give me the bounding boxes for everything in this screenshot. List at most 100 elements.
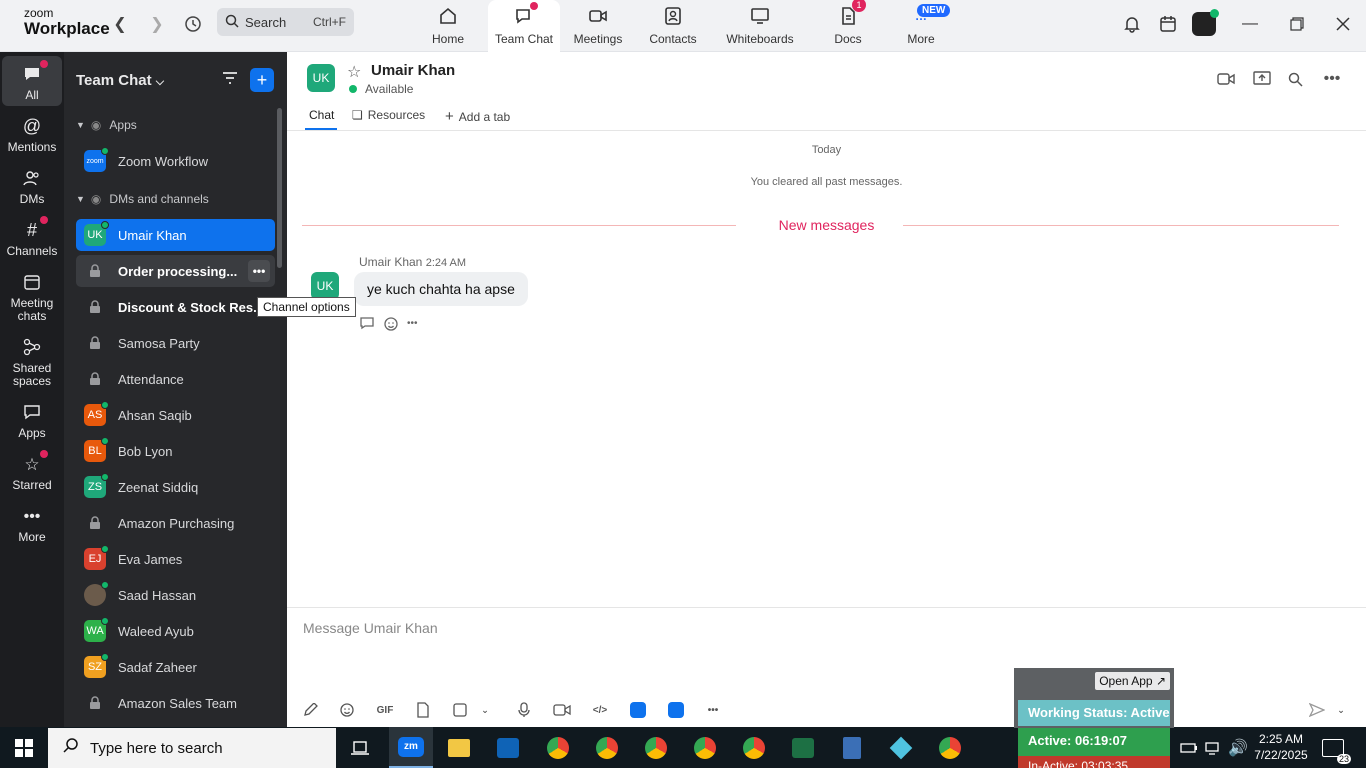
nav-shared-spaces[interactable]: Shared spaces	[2, 335, 62, 388]
more-options-icon[interactable]: •••	[1321, 68, 1343, 90]
list-item-order-processing[interactable]: Order processing... •••	[76, 255, 275, 287]
add-reaction-icon[interactable]	[383, 316, 399, 337]
chat-title[interactable]: Umair Khan	[371, 62, 455, 79]
nav-all[interactable]: All	[2, 56, 62, 106]
calendar-icon[interactable]	[1156, 12, 1180, 36]
microphone-icon[interactable]	[514, 700, 534, 720]
tab-meetings[interactable]: Meetings	[562, 0, 634, 52]
add-tab-button[interactable]: + Add a tab	[445, 108, 510, 125]
history-icon[interactable]	[181, 12, 205, 36]
list-item-sadaf-zaheer[interactable]: SZ Sadaf Zaheer	[76, 651, 275, 683]
list-item-bob-lyon[interactable]: BL Bob Lyon	[76, 435, 275, 467]
channel-options-button[interactable]: •••	[248, 260, 270, 282]
video-call-icon[interactable]	[1215, 68, 1237, 90]
nav-starred[interactable]: ☆ Starred	[2, 450, 62, 492]
nav-dms[interactable]: DMs	[2, 166, 62, 206]
list-item-saad-hassan[interactable]: Saad Hassan	[76, 579, 275, 611]
tab-home[interactable]: Home	[412, 0, 484, 52]
message-input[interactable]	[303, 616, 1003, 640]
excel-icon[interactable]	[781, 727, 825, 768]
video-camera-icon	[586, 4, 610, 28]
avatar[interactable]: UK	[307, 64, 335, 92]
app-diamond-icon[interactable]	[879, 727, 923, 768]
section-apps[interactable]: ▼ ◉ Apps	[76, 118, 137, 132]
message-bubble[interactable]: ye kuch chahta ha apse	[354, 272, 528, 306]
chrome-icon[interactable]	[536, 727, 580, 768]
send-icon[interactable]	[1307, 700, 1327, 720]
file-explorer-icon[interactable]	[437, 727, 481, 768]
chevron-down-icon[interactable]: ⌄	[475, 700, 495, 720]
nav-meeting-chats[interactable]: Meeting chats	[2, 270, 62, 323]
list-item-eva-james[interactable]: EJ Eva James	[76, 543, 275, 575]
share-screen-icon[interactable]	[1251, 68, 1273, 90]
taskbar-search-input[interactable]: Type here to search	[48, 728, 336, 768]
list-item-amazon-sales-team[interactable]: Amazon Sales Team	[76, 687, 275, 719]
zoom-taskbar-icon[interactable]: zm	[389, 727, 433, 768]
tab-resources[interactable]: ❏ Resources	[352, 108, 425, 122]
task-view-icon[interactable]	[338, 727, 382, 768]
gif-button[interactable]: GIF	[374, 700, 396, 720]
avatar[interactable]: UK	[311, 272, 339, 300]
scrollbar[interactable]	[277, 108, 282, 268]
battery-icon[interactable]	[1180, 727, 1198, 768]
tab-team-chat[interactable]: Team Chat	[488, 0, 560, 52]
chrome-icon[interactable]	[683, 727, 727, 768]
search-input[interactable]: Search Ctrl+F	[217, 8, 354, 36]
tab-docs[interactable]: 1 Docs	[812, 0, 884, 52]
screenshot-icon[interactable]	[450, 700, 470, 720]
volume-icon[interactable]: 🔊	[1228, 727, 1248, 768]
reply-icon[interactable]	[359, 316, 375, 337]
chrome-icon[interactable]	[732, 727, 776, 768]
tab-chat[interactable]: Chat	[309, 108, 334, 122]
calculator-icon[interactable]	[830, 727, 874, 768]
list-item-ahsan-saqib[interactable]: AS Ahsan Saqib	[76, 399, 275, 431]
notifications-icon[interactable]: 23	[1322, 727, 1351, 768]
new-chat-button[interactable]: +	[250, 68, 274, 92]
list-item-samosa-party[interactable]: Samosa Party	[76, 327, 275, 359]
more-tools-icon[interactable]: •••	[703, 700, 723, 720]
nav-channels[interactable]: # Channels	[2, 216, 62, 258]
nav-more[interactable]: ••• More	[2, 504, 62, 544]
list-item-zeenat-siddiq[interactable]: ZS Zeenat Siddiq	[76, 471, 275, 503]
forward-arrow-icon[interactable]: ❯	[145, 12, 169, 36]
chrome-icon[interactable]	[928, 727, 972, 768]
tab-contacts[interactable]: Contacts	[637, 0, 709, 52]
app-icon-blue[interactable]	[628, 700, 648, 720]
search-icon[interactable]	[1284, 68, 1306, 90]
at-icon: @	[22, 115, 42, 136]
app-icon-chat[interactable]	[666, 700, 686, 720]
windows-start-icon[interactable]	[15, 739, 33, 762]
taskbar-clock[interactable]: 2:25 AM 7/22/2025	[1250, 731, 1312, 763]
code-snippet-icon[interactable]: </>	[590, 700, 610, 720]
outlook-icon[interactable]	[486, 727, 530, 768]
filter-icon[interactable]	[221, 70, 239, 91]
list-item-waleed-ayub[interactable]: WA Waleed Ayub	[76, 615, 275, 647]
emoji-icon[interactable]	[337, 700, 357, 720]
tab-whiteboards[interactable]: Whiteboards	[720, 0, 800, 52]
list-item-attendance[interactable]: Attendance	[76, 363, 275, 395]
back-arrow-icon[interactable]: ❮	[108, 12, 132, 36]
chevron-down-icon[interactable]: ⌄	[1331, 700, 1351, 720]
restore-icon[interactable]	[1285, 12, 1309, 36]
video-message-icon[interactable]	[552, 700, 572, 720]
format-icon[interactable]	[301, 700, 321, 720]
nav-apps[interactable]: Apps	[2, 400, 62, 440]
list-item-amazon-purchasing[interactable]: Amazon Purchasing	[76, 507, 275, 539]
chrome-icon[interactable]	[585, 727, 629, 768]
open-app-button[interactable]: Open App ↗	[1095, 672, 1170, 690]
close-icon[interactable]	[1331, 12, 1355, 36]
list-item-umair-khan[interactable]: UK Umair Khan	[76, 219, 275, 251]
star-icon[interactable]: ☆	[347, 62, 361, 82]
file-icon[interactable]	[413, 700, 433, 720]
minimize-icon[interactable]: —	[1238, 12, 1262, 36]
list-item-discount-stock[interactable]: Discount & Stock Res...	[76, 291, 275, 323]
avatar[interactable]	[1192, 9, 1219, 36]
chrome-icon[interactable]	[634, 727, 678, 768]
bell-icon[interactable]	[1120, 12, 1144, 36]
more-icon[interactable]: •••	[407, 316, 418, 337]
network-icon[interactable]	[1204, 727, 1220, 768]
panel-title[interactable]: Team Chat ⌵	[76, 72, 164, 89]
nav-mentions[interactable]: @ Mentions	[2, 114, 62, 154]
section-dms-channels[interactable]: ▼ ◉ DMs and channels	[76, 192, 209, 206]
list-item-zoom-workflow[interactable]: zoom Zoom Workflow	[76, 145, 275, 177]
